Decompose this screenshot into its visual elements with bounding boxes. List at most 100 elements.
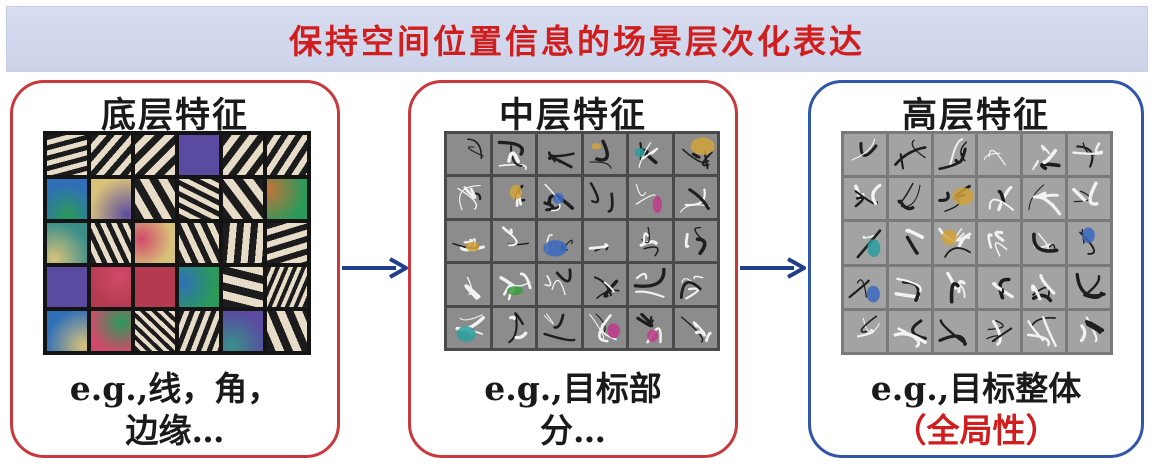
- high-level-filter-tile: [933, 222, 976, 264]
- low-level-filter-tile: [223, 311, 263, 351]
- low-level-filter-tile: [47, 311, 87, 351]
- mid-level-filter-tile: [538, 220, 581, 262]
- high-level-filter-tile: [1023, 178, 1066, 220]
- low-level-filter-tile: [91, 135, 131, 175]
- mid-level-filter-tile: [583, 264, 626, 305]
- low-level-panel: 底层特征 e.g.,线，角， 边缘…: [10, 80, 340, 458]
- mid-level-filter-tile: [447, 307, 490, 348]
- low-level-filter-tile: [223, 135, 263, 175]
- high-level-caption-line2: （全局性）: [893, 411, 1059, 450]
- low-level-filter-tile: [267, 267, 307, 307]
- mid-level-filter-tile: [629, 264, 672, 305]
- high-level-filter-tile: [1023, 266, 1066, 308]
- high-level-filter-tile: [888, 222, 931, 264]
- high-level-filter-tile: [844, 310, 886, 352]
- low-level-filter-tile: [135, 267, 175, 307]
- low-level-filter-tile: [179, 223, 219, 263]
- mid-level-filter-tile: [447, 264, 490, 305]
- mid-level-filter-tile: [629, 307, 672, 348]
- low-level-filter-tile: [47, 179, 87, 219]
- mid-level-filter-tile: [583, 177, 626, 218]
- low-level-filter-tile: [223, 267, 263, 307]
- mid-level-filter-tile: [492, 264, 535, 305]
- high-level-filter-tile: [888, 310, 931, 352]
- low-level-filter-tile: [135, 179, 175, 219]
- high-level-filter-tile: [978, 178, 1021, 220]
- mid-level-filter-tile: [492, 134, 535, 175]
- high-level-filter-tile: [978, 266, 1021, 308]
- mid-level-caption-line1: e.g.,目标部: [484, 369, 662, 408]
- high-level-filter-tile: [978, 222, 1021, 264]
- mid-level-filter-tile: [629, 220, 672, 262]
- high-level-filter-tile: [844, 134, 886, 176]
- high-level-filter-tile: [844, 222, 886, 264]
- low-level-filter-tile: [267, 223, 307, 263]
- high-level-filter-tile: [1068, 134, 1110, 176]
- mid-level-filter-tile: [583, 307, 626, 348]
- mid-level-filter-tile: [674, 264, 717, 305]
- banner-title: 保持空间位置信息的场景层次化表达: [289, 22, 865, 61]
- mid-level-filter-tile: [674, 307, 717, 348]
- low-level-feature-grid: [43, 131, 311, 355]
- low-level-filter-tile: [179, 311, 219, 351]
- mid-level-filter-tile: [629, 177, 672, 218]
- high-level-filter-tile: [933, 134, 976, 176]
- high-level-filter-tile: [1023, 222, 1066, 264]
- low-level-filter-tile: [179, 179, 219, 219]
- low-level-filter-tile: [135, 135, 175, 175]
- mid-level-filter-tile: [447, 177, 490, 218]
- low-level-filter-tile: [91, 179, 131, 219]
- low-level-filter-tile: [135, 311, 175, 351]
- low-level-filter-tile: [267, 311, 307, 351]
- low-level-filter-tile: [135, 223, 175, 263]
- mid-level-filter-tile: [674, 177, 717, 218]
- low-level-filter-tile: [91, 267, 131, 307]
- high-level-filter-tile: [1023, 310, 1066, 352]
- mid-level-filter-tile: [492, 177, 535, 218]
- mid-level-feature-grid: [444, 131, 720, 351]
- high-level-filter-tile: [1068, 222, 1110, 264]
- low-level-filter-tile: [91, 223, 131, 263]
- high-level-filter-tile: [1023, 134, 1066, 176]
- high-level-filter-tile: [888, 178, 931, 220]
- low-level-caption-line2: 边缘…: [125, 411, 225, 450]
- high-level-filter-tile: [978, 134, 1021, 176]
- low-level-filter-tile: [91, 311, 131, 351]
- mid-level-caption-line2: 分…: [540, 411, 606, 450]
- title-banner: 保持空间位置信息的场景层次化表达: [6, 6, 1148, 72]
- low-level-caption-line1: e.g.,线，角，: [69, 369, 281, 408]
- high-level-filter-tile: [933, 310, 976, 352]
- low-level-filter-tile: [223, 223, 263, 263]
- mid-level-filter-tile: [583, 134, 626, 175]
- high-level-filter-tile: [933, 178, 976, 220]
- mid-level-filter-tile: [492, 220, 535, 262]
- low-level-filter-tile: [47, 135, 87, 175]
- right-arrow-icon: [740, 257, 806, 279]
- mid-level-filter-tile: [538, 264, 581, 305]
- mid-level-filter-tile: [583, 220, 626, 262]
- mid-level-filter-tile: [538, 307, 581, 348]
- mid-level-panel: 中层特征 e.g.,目标部 分…: [408, 80, 738, 458]
- high-level-caption-line1: e.g.,目标整体: [870, 369, 1082, 408]
- right-arrow-icon: [342, 257, 408, 279]
- high-level-filter-tile: [978, 310, 1021, 352]
- low-level-filter-tile: [179, 135, 219, 175]
- low-level-filter-tile: [267, 179, 307, 219]
- mid-level-filter-tile: [629, 134, 672, 175]
- mid-level-filter-tile: [538, 134, 581, 175]
- high-level-feature-grid: [841, 131, 1113, 355]
- mid-level-filter-tile: [674, 134, 717, 175]
- mid-level-filter-tile: [674, 220, 717, 262]
- high-level-filter-tile: [1068, 310, 1110, 352]
- mid-level-filter-tile: [538, 177, 581, 218]
- high-level-filter-tile: [1068, 178, 1110, 220]
- low-level-filter-tile: [47, 267, 87, 307]
- high-level-filter-tile: [844, 266, 886, 308]
- mid-level-filter-tile: [447, 220, 490, 262]
- low-level-filter-tile: [223, 179, 263, 219]
- mid-level-filter-tile: [447, 134, 490, 175]
- high-level-panel: 高层特征 e.g.,目标整体 （全局性）: [808, 80, 1144, 458]
- high-level-filter-tile: [1068, 266, 1110, 308]
- high-level-filter-tile: [888, 266, 931, 308]
- high-level-filter-tile: [888, 134, 931, 176]
